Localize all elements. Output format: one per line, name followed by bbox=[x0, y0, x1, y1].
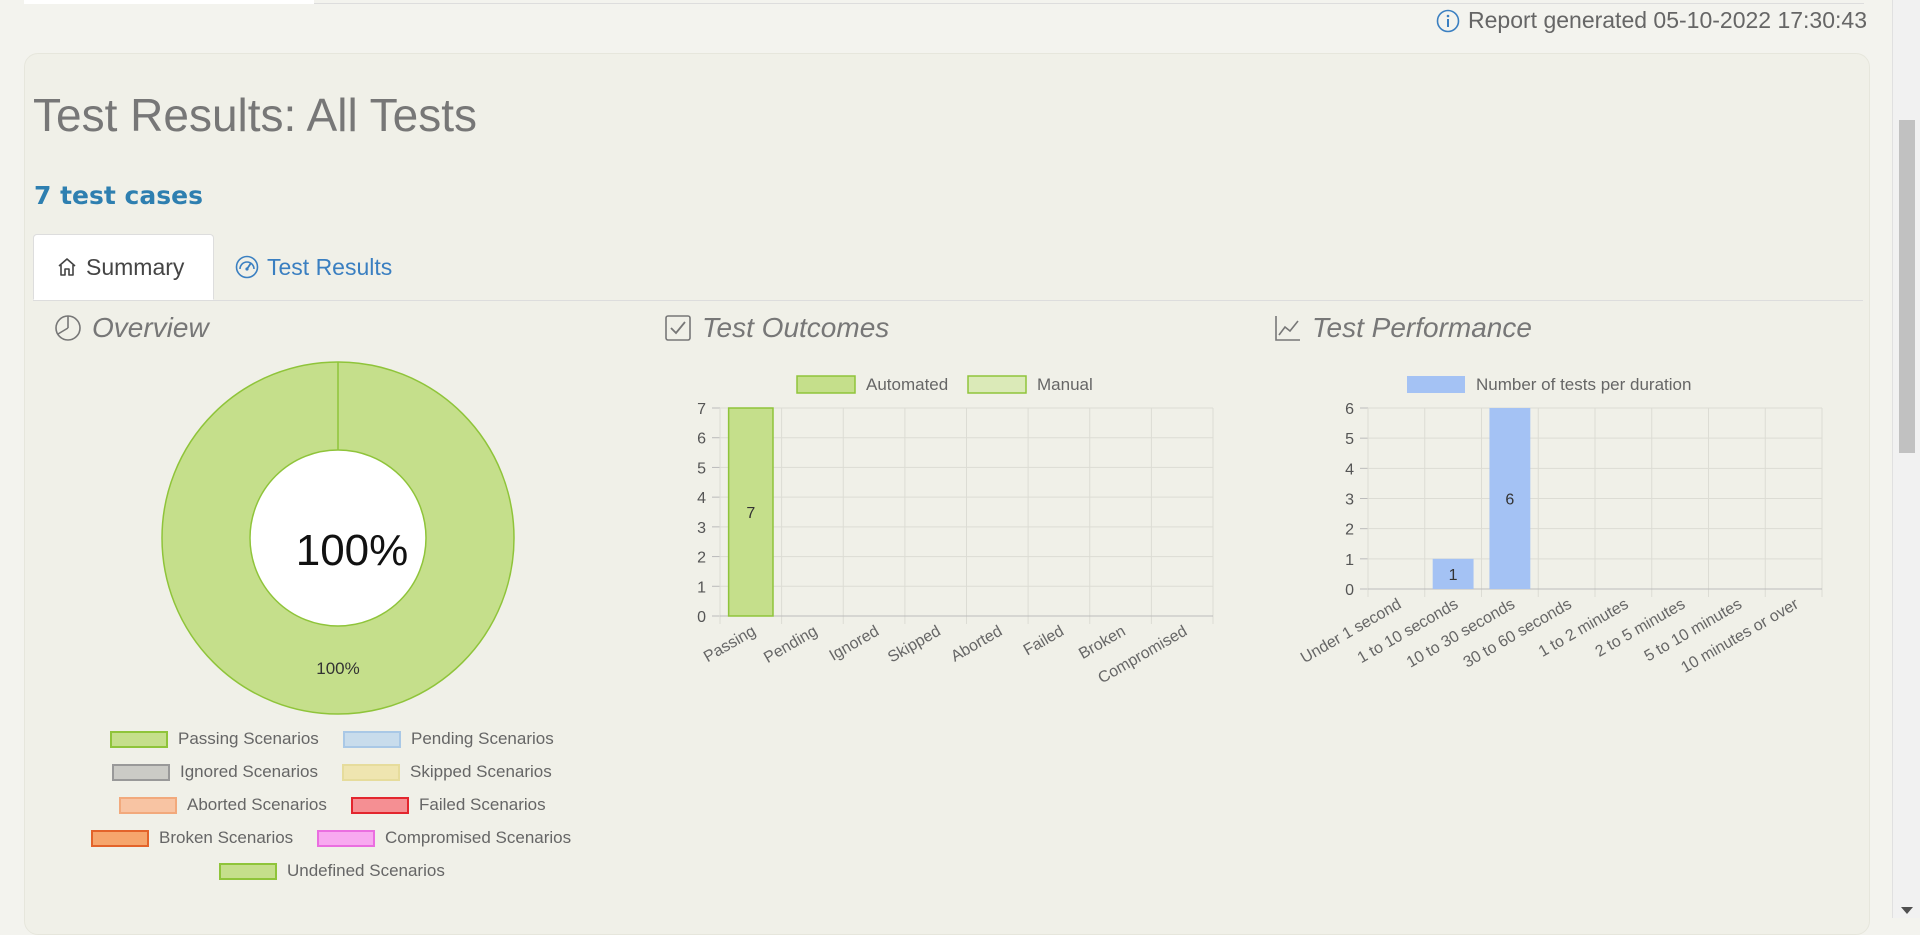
x-tick-label: Skipped bbox=[885, 623, 944, 667]
legend-item-ignored[interactable]: Ignored Scenarios bbox=[112, 762, 318, 782]
legend-label: Undefined Scenarios bbox=[287, 861, 445, 880]
legend-label: Failed Scenarios bbox=[419, 795, 546, 814]
legend-label: Pending Scenarios bbox=[411, 729, 554, 748]
legend-item-passing[interactable]: Passing Scenarios bbox=[110, 729, 319, 749]
legend-label: Ignored Scenarios bbox=[180, 762, 318, 781]
speedometer-icon bbox=[235, 255, 259, 279]
y-tick-label: 5 bbox=[1345, 431, 1354, 448]
y-tick-label: 6 bbox=[1345, 401, 1354, 418]
x-tick-label: Pending bbox=[761, 623, 820, 667]
test-case-count[interactable]: 7 test cases bbox=[34, 181, 203, 210]
legend-item-broken[interactable]: Broken Scenarios bbox=[91, 828, 293, 848]
performance-y-axis: 0 1 2 3 4 5 6 bbox=[1345, 401, 1354, 599]
legend-swatch bbox=[219, 862, 277, 880]
test-outcomes-title: Test Outcomes bbox=[664, 312, 889, 344]
y-tick-label: 7 bbox=[697, 401, 706, 418]
legend-item-compromised[interactable]: Compromised Scenarios bbox=[317, 828, 571, 848]
legend-swatch bbox=[351, 796, 409, 814]
overview-title-text: Overview bbox=[92, 312, 209, 343]
y-tick-label: 6 bbox=[697, 431, 706, 448]
legend-item-failed[interactable]: Failed Scenarios bbox=[351, 795, 546, 815]
performance-grid bbox=[1360, 407, 1823, 597]
donut-slice-label: 100% bbox=[316, 659, 359, 678]
pie-chart-icon bbox=[55, 315, 81, 341]
bar-value-label: 6 bbox=[1505, 492, 1514, 509]
info-icon bbox=[1436, 9, 1460, 32]
legend-item-skipped[interactable]: Skipped Scenarios bbox=[342, 762, 552, 782]
legend-swatch-automated[interactable] bbox=[796, 375, 856, 394]
y-tick-label: 0 bbox=[1345, 582, 1354, 599]
outcomes-grid bbox=[712, 407, 1214, 624]
legend-item-pending[interactable]: Pending Scenarios bbox=[343, 729, 554, 749]
x-tick-label: Failed bbox=[1021, 623, 1067, 660]
y-tick-label: 5 bbox=[697, 460, 706, 477]
home-icon bbox=[58, 258, 76, 276]
page-title: Test Results: All Tests bbox=[33, 89, 477, 141]
legend-swatch bbox=[112, 763, 170, 781]
tab-test-results[interactable]: Test Results bbox=[235, 234, 392, 300]
tab-test-results-label: Test Results bbox=[267, 253, 393, 280]
legend-label-automated: Automated bbox=[866, 375, 948, 394]
top-strip bbox=[24, 0, 1864, 4]
y-tick-label: 4 bbox=[1345, 461, 1354, 478]
legend-swatch-manual[interactable] bbox=[967, 375, 1027, 394]
report-generated: Report generated 05-10-2022 17:30:43 bbox=[1436, 7, 1867, 34]
legend-label: Aborted Scenarios bbox=[187, 795, 327, 814]
y-tick-label: 3 bbox=[697, 520, 706, 537]
y-tick-label: 2 bbox=[1345, 522, 1354, 539]
outcomes-bars: 7 bbox=[727, 407, 774, 617]
legend-label-duration: Number of tests per duration bbox=[1476, 375, 1691, 394]
x-tick-label: Aborted bbox=[948, 623, 1005, 666]
y-tick-label: 1 bbox=[1345, 552, 1354, 569]
outcomes-y-axis: 0 1 2 3 4 5 6 7 bbox=[697, 401, 706, 626]
legend-label: Compromised Scenarios bbox=[385, 828, 572, 847]
performance-legend: Number of tests per duration bbox=[1407, 375, 1691, 394]
donut-center-label: 100% bbox=[296, 526, 409, 575]
y-tick-label: 0 bbox=[697, 609, 706, 626]
legend-label: Skipped Scenarios bbox=[410, 762, 552, 781]
x-tick-label: Ignored bbox=[827, 623, 882, 665]
performance-x-axis: Under 1 second1 to 10 seconds10 to 30 se… bbox=[1298, 595, 1802, 676]
legend-label: Passing Scenarios bbox=[178, 729, 319, 748]
tab-bar: Summary Test Results bbox=[33, 234, 1863, 301]
scrollbar-thumb[interactable] bbox=[1899, 120, 1915, 453]
y-tick-label: 2 bbox=[697, 550, 706, 567]
legend-swatch bbox=[119, 796, 177, 814]
legend-swatch bbox=[342, 763, 400, 781]
test-outcomes-chart: Automated Manual 7 0 1 2 3 4 5 6 7 Passing Pendi… bbox=[697, 375, 1214, 688]
line-chart-icon bbox=[1275, 316, 1300, 341]
bar-value-label: 1 bbox=[1449, 567, 1458, 584]
legend-item-undefined[interactable]: Undefined Scenarios bbox=[219, 861, 445, 881]
legend-swatch bbox=[91, 829, 149, 847]
y-tick-label: 1 bbox=[697, 579, 706, 596]
y-tick-label: 4 bbox=[697, 490, 706, 507]
tab-summary[interactable]: Summary bbox=[33, 234, 214, 300]
legend-label-manual: Manual bbox=[1037, 375, 1093, 394]
outcomes-legend: Automated Manual bbox=[796, 375, 1093, 394]
x-tick-label: Broken bbox=[1076, 623, 1128, 663]
test-performance-chart: Number of tests per duration 16 0123456 … bbox=[1298, 375, 1823, 677]
legend-swatch-duration[interactable] bbox=[1407, 376, 1465, 393]
tab-summary-label: Summary bbox=[86, 253, 185, 280]
report-generated-text: Report generated 05-10-2022 17:30:43 bbox=[1468, 7, 1867, 33]
legend-swatch bbox=[110, 730, 168, 748]
outcomes-x-axis: Passing Pending Ignored Skipped Aborted Faile… bbox=[701, 623, 1190, 688]
previous-tab-stub bbox=[24, 0, 314, 4]
legend-label: Broken Scenarios bbox=[159, 828, 294, 847]
overview-donut-chart: 100% 100% bbox=[161, 361, 515, 715]
vertical-scrollbar[interactable] bbox=[1892, 0, 1920, 918]
legend-swatch bbox=[317, 829, 375, 847]
legend-swatch bbox=[343, 730, 401, 748]
legend-item-aborted[interactable]: Aborted Scenarios bbox=[119, 795, 327, 815]
x-tick-label: Passing bbox=[701, 623, 759, 666]
test-outcomes-title-text: Test Outcomes bbox=[702, 312, 890, 343]
test-performance-title-text: Test Performance bbox=[1312, 312, 1532, 343]
scroll-down-arrow-icon[interactable] bbox=[1901, 907, 1913, 914]
overview-title: Overview bbox=[54, 312, 209, 344]
x-tick-label: Under 1 second bbox=[1298, 596, 1404, 667]
test-performance-title: Test Performance bbox=[1274, 312, 1532, 344]
checkbox-icon bbox=[665, 315, 691, 341]
bar-value-label: 7 bbox=[746, 505, 755, 522]
y-tick-label: 3 bbox=[1345, 492, 1354, 509]
